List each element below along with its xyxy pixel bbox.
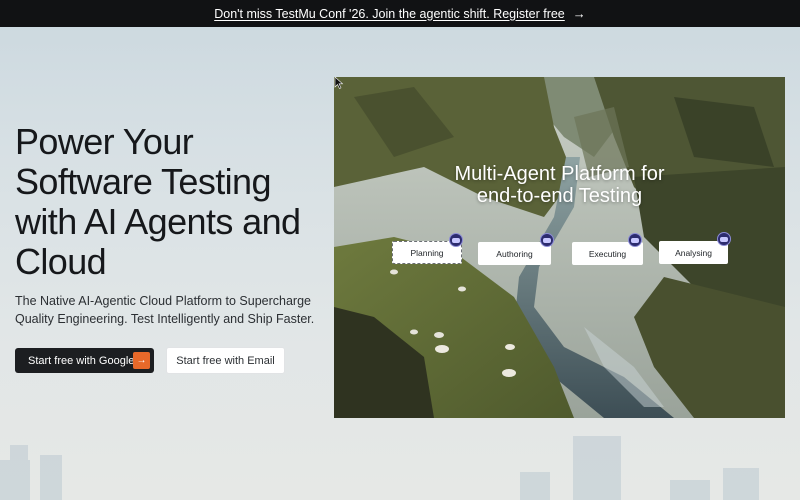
arrow-right-icon: → — [133, 352, 150, 369]
announcement-link[interactable]: Don't miss TestMu Conf '26. Join the age… — [214, 7, 565, 21]
city-skyline-illustration — [0, 436, 759, 500]
start-free-google-label: Start free with Google — [28, 354, 135, 367]
panel-title-line-1: Multi-Agent Platform for — [454, 163, 665, 185]
agent-avatar-icon — [717, 232, 731, 246]
start-free-email-button[interactable]: Start free with Email — [166, 347, 285, 374]
announcement-bar[interactable]: Don't miss TestMu Conf '26. Join the age… — [0, 0, 800, 27]
step-analysing[interactable]: Analysing — [659, 241, 728, 264]
panel-title-line-2: end-to-end Testing — [476, 185, 643, 207]
step-authoring[interactable]: Authoring — [478, 242, 551, 265]
start-free-email-label: Start free with Email — [176, 354, 275, 367]
agent-avatar-icon — [628, 233, 642, 247]
hero-landscape-panel: Multi-Agent Platform for end-to-end Test… — [334, 77, 785, 418]
mouse-cursor-icon — [334, 77, 344, 89]
hero-title: Power Your Software Testing with AI Agen… — [15, 121, 301, 282]
agent-avatar-icon — [449, 233, 463, 247]
arrow-right-icon: → — [572, 6, 586, 21]
start-free-google-button[interactable]: Start free with Google → — [15, 348, 154, 373]
agent-avatar-icon — [540, 233, 554, 247]
panel-title: Multi-Agent Platform for end-to-end Test… — [334, 163, 785, 207]
hero-subtitle: The Native AI-Agentic Cloud Platform to … — [15, 294, 315, 326]
